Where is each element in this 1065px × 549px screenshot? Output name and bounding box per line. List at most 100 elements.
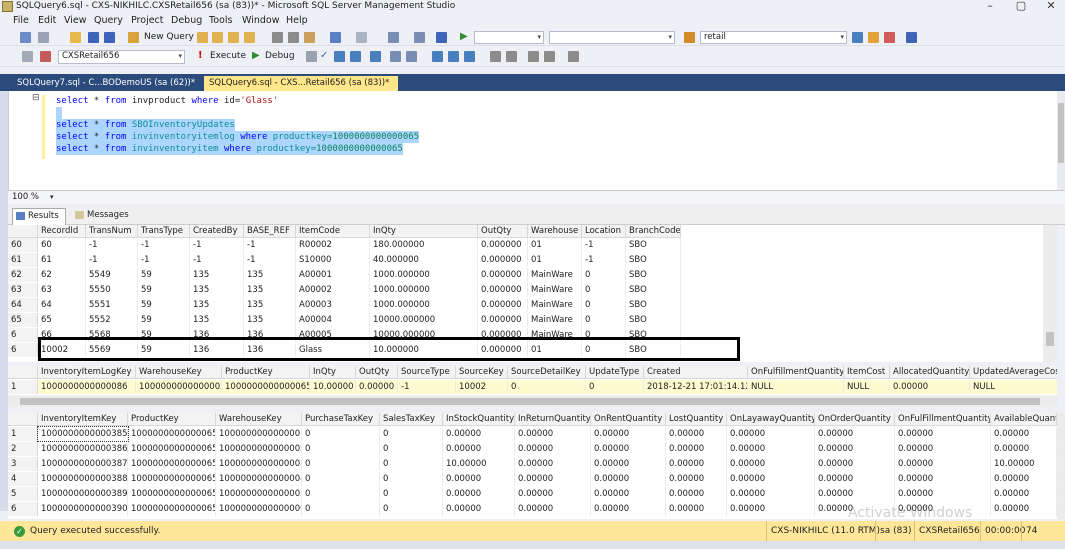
tab-sqlquery7[interactable]: SQLQuery7.sql - C...BODemoUS (sa (62))*: [12, 76, 200, 91]
table-cell[interactable]: 0.00000: [515, 442, 591, 456]
column-header[interactable]: AllocatedQuantity: [890, 366, 970, 379]
table-cell[interactable]: -1: [244, 253, 296, 267]
column-header[interactable]: InStockQuantity: [443, 413, 515, 426]
table-cell[interactable]: 10.00000: [991, 457, 1057, 471]
properties-icon[interactable]: [852, 32, 863, 43]
table-cell[interactable]: 0.000000: [478, 238, 528, 252]
table-cell[interactable]: SBO: [626, 253, 681, 267]
cut-icon[interactable]: [272, 32, 283, 43]
table-cell[interactable]: 0: [586, 380, 644, 394]
add-item-icon[interactable]: [38, 32, 49, 43]
column-header[interactable]: BranchCode: [626, 225, 681, 238]
table-cell[interactable]: 0: [380, 487, 443, 501]
debug-button[interactable]: Debug: [265, 51, 295, 61]
row-number[interactable]: 6: [8, 328, 38, 342]
grid-corner[interactable]: [8, 366, 38, 379]
tab-results[interactable]: Results: [12, 208, 66, 225]
table-cell[interactable]: 0.00000: [591, 427, 666, 441]
estimated-plan-icon[interactable]: [334, 51, 345, 62]
redo-icon[interactable]: [356, 32, 367, 43]
tab-sqlquery6[interactable]: SQLQuery6.sql - CXS...Retail656 (sa (83)…: [204, 76, 398, 102]
table-cell[interactable]: 0.00000: [815, 442, 895, 456]
column-header[interactable]: ItemCost: [844, 366, 890, 379]
save-all-icon[interactable]: [104, 32, 115, 43]
table-cell[interactable]: 0: [380, 472, 443, 486]
table-cell[interactable]: 0: [582, 313, 626, 327]
analysis-query-icon[interactable]: [212, 32, 223, 43]
find-icon[interactable]: [684, 32, 695, 43]
menu-project[interactable]: Project: [131, 14, 164, 27]
column-header[interactable]: Created: [644, 366, 748, 379]
table-cell[interactable]: 0.00000: [591, 487, 666, 501]
table-cell[interactable]: -1: [582, 238, 626, 252]
table-cell[interactable]: 64: [38, 298, 86, 312]
new-query-icon[interactable]: [128, 32, 139, 43]
menu-help[interactable]: Help: [286, 14, 308, 27]
column-header[interactable]: InventoryItemLogKey: [38, 366, 136, 379]
new-query-button[interactable]: New Query: [144, 32, 194, 42]
row-number[interactable]: 3: [8, 457, 38, 471]
table-cell[interactable]: 180.000000: [370, 238, 478, 252]
table-cell[interactable]: 1000000000000065: [128, 472, 216, 486]
editor-vertical-scrollbar[interactable]: [1057, 91, 1065, 190]
table-cell[interactable]: 0.00000: [591, 502, 666, 516]
table-cell[interactable]: 1000000000000385: [37, 426, 129, 442]
table-cell[interactable]: NULL: [970, 380, 1057, 394]
table-cell[interactable]: 0: [508, 380, 586, 394]
table-cell[interactable]: -1: [582, 253, 626, 267]
table-cell[interactable]: 0.00000: [515, 502, 591, 516]
table-cell[interactable]: R00002: [296, 238, 370, 252]
menu-query[interactable]: Query: [94, 14, 123, 27]
table-cell[interactable]: NULL: [748, 380, 844, 394]
column-header[interactable]: RecordId: [38, 225, 86, 238]
table-cell[interactable]: 1000.000000: [370, 283, 478, 297]
table-cell[interactable]: 1000000000000388: [38, 472, 128, 486]
uncomment-icon[interactable]: [506, 51, 517, 62]
results-grid-2[interactable]: InventoryItemLogKey WarehouseKey ProductKe…: [8, 366, 1057, 395]
row-number[interactable]: 1: [8, 427, 38, 441]
editor-scroll-thumb[interactable]: [1058, 103, 1064, 163]
table-cell[interactable]: 0: [380, 457, 443, 471]
table-cell[interactable]: 0: [302, 472, 380, 486]
table-cell[interactable]: 65: [38, 313, 86, 327]
grid1-scroll-thumb[interactable]: [1046, 332, 1054, 346]
table-cell[interactable]: 0.00000: [443, 502, 515, 516]
table-cell[interactable]: MainWare: [528, 283, 582, 297]
table-cell[interactable]: MainWare: [528, 298, 582, 312]
grid3-vertical-scrollbar[interactable]: [1057, 413, 1065, 519]
row-number[interactable]: 60: [8, 238, 38, 252]
column-header[interactable]: BASE_REF: [244, 225, 296, 238]
table-cell[interactable]: 0.00000: [890, 380, 970, 394]
table-cell[interactable]: 1000000000000065: [128, 502, 216, 516]
table-cell[interactable]: 1000000000000065: [128, 442, 216, 456]
execute-button[interactable]: Execute: [210, 51, 246, 61]
menu-file[interactable]: File: [13, 14, 29, 27]
row-number[interactable]: 1: [8, 380, 38, 394]
table-cell[interactable]: 1000000000000389: [38, 487, 128, 501]
table-cell[interactable]: 0.00000: [591, 457, 666, 471]
table-cell[interactable]: 0.00000: [443, 487, 515, 501]
column-header[interactable]: SourceKey: [456, 366, 508, 379]
table-cell[interactable]: NULL: [844, 380, 890, 394]
navigate-backward-icon[interactable]: [388, 32, 399, 43]
mdx-query-icon[interactable]: [228, 32, 239, 43]
table-cell[interactable]: 1000000000000065: [128, 457, 216, 471]
table-cell[interactable]: MainWare: [528, 313, 582, 327]
table-cell[interactable]: 0: [380, 502, 443, 516]
table-cell[interactable]: 0.00000: [815, 457, 895, 471]
window-icon[interactable]: [906, 32, 917, 43]
table-cell[interactable]: 0.00000: [515, 457, 591, 471]
table-cell[interactable]: 135: [244, 283, 296, 297]
table-cell[interactable]: 59: [138, 283, 190, 297]
row-number[interactable]: 63: [8, 283, 38, 297]
column-header[interactable]: Location: [582, 225, 626, 238]
table-cell[interactable]: SBO: [626, 298, 681, 312]
execute-icon[interactable]: !: [198, 50, 203, 61]
table-cell[interactable]: -1: [244, 238, 296, 252]
find-combo[interactable]: retail ▾: [700, 31, 847, 44]
table-cell[interactable]: 0.00000: [991, 442, 1057, 456]
column-header[interactable]: UpdateType: [586, 366, 644, 379]
table-cell[interactable]: 0.00000: [815, 427, 895, 441]
activity-monitor-icon[interactable]: [414, 32, 425, 43]
table-cell[interactable]: A00003: [296, 298, 370, 312]
